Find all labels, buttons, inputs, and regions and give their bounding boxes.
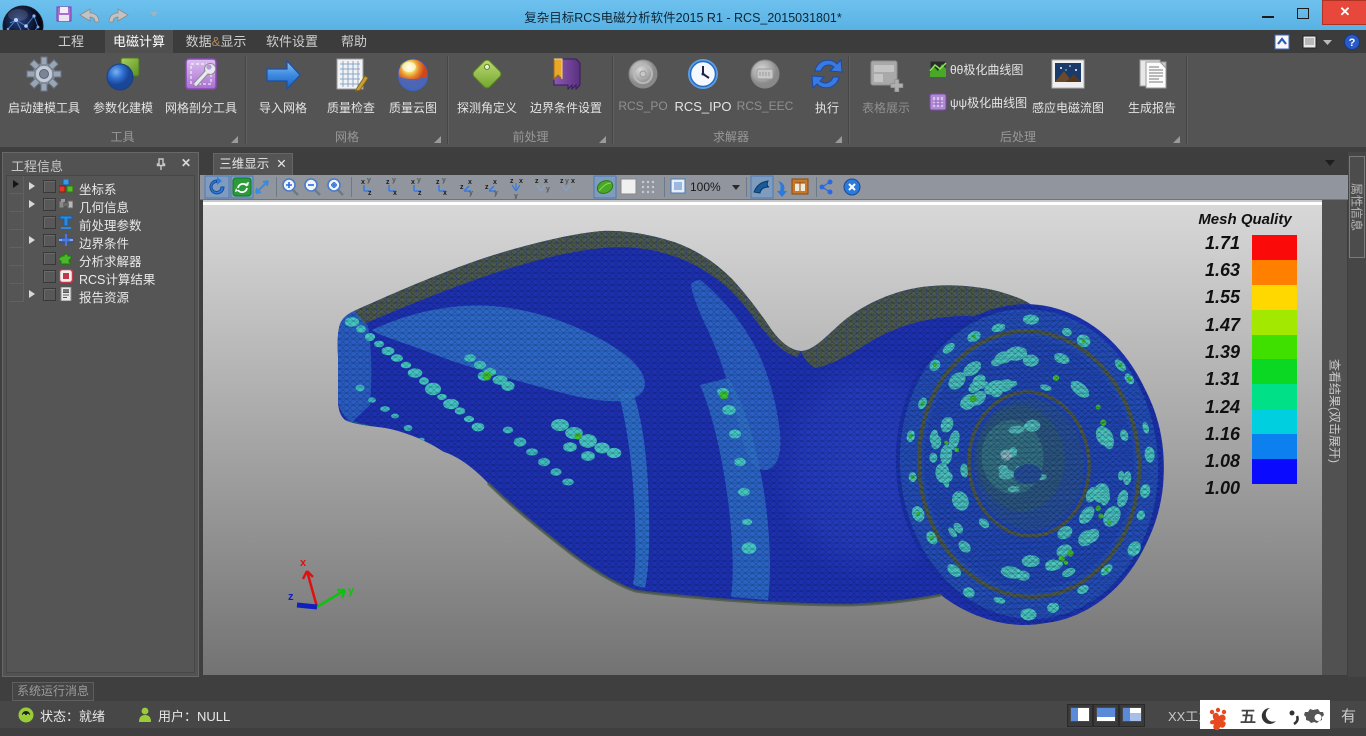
svg-text:y: y — [442, 177, 446, 184]
svg-text:x: x — [300, 557, 307, 569]
svg-text:y: y — [417, 177, 421, 184]
svg-text:z: z — [368, 190, 372, 197]
svg-text:y: y — [546, 186, 550, 193]
svg-text:五: 五 — [1240, 709, 1256, 726]
svg-text:z: z — [288, 591, 294, 603]
svg-text:z: z — [418, 190, 422, 197]
svg-text:y: y — [392, 177, 396, 184]
svg-text:100%: 100% — [690, 180, 721, 194]
svg-text:x: x — [519, 178, 523, 185]
svg-text:z: z — [386, 179, 390, 186]
svg-text:z: z — [460, 184, 464, 191]
svg-text:z: z — [560, 178, 564, 185]
svg-text:y: y — [514, 193, 518, 199]
svg-text:y: y — [565, 178, 569, 185]
svg-text:y: y — [348, 585, 355, 597]
svg-text:z: z — [510, 178, 514, 185]
svg-text:y: y — [469, 190, 473, 197]
svg-text:x: x — [468, 179, 472, 186]
svg-text:x: x — [493, 179, 497, 186]
svg-text:?: ? — [1349, 37, 1356, 49]
svg-text:z: z — [436, 179, 440, 186]
svg-text:x: x — [443, 190, 447, 197]
svg-text:y: y — [494, 190, 498, 197]
svg-text:x: x — [544, 178, 548, 185]
svg-text:x: x — [571, 178, 575, 185]
svg-text:x: x — [393, 190, 397, 197]
svg-text:x: x — [361, 179, 365, 186]
svg-text:z: z — [485, 184, 489, 191]
svg-text:z: z — [535, 178, 539, 185]
svg-text:y: y — [367, 177, 371, 184]
svg-text:x: x — [411, 179, 415, 186]
